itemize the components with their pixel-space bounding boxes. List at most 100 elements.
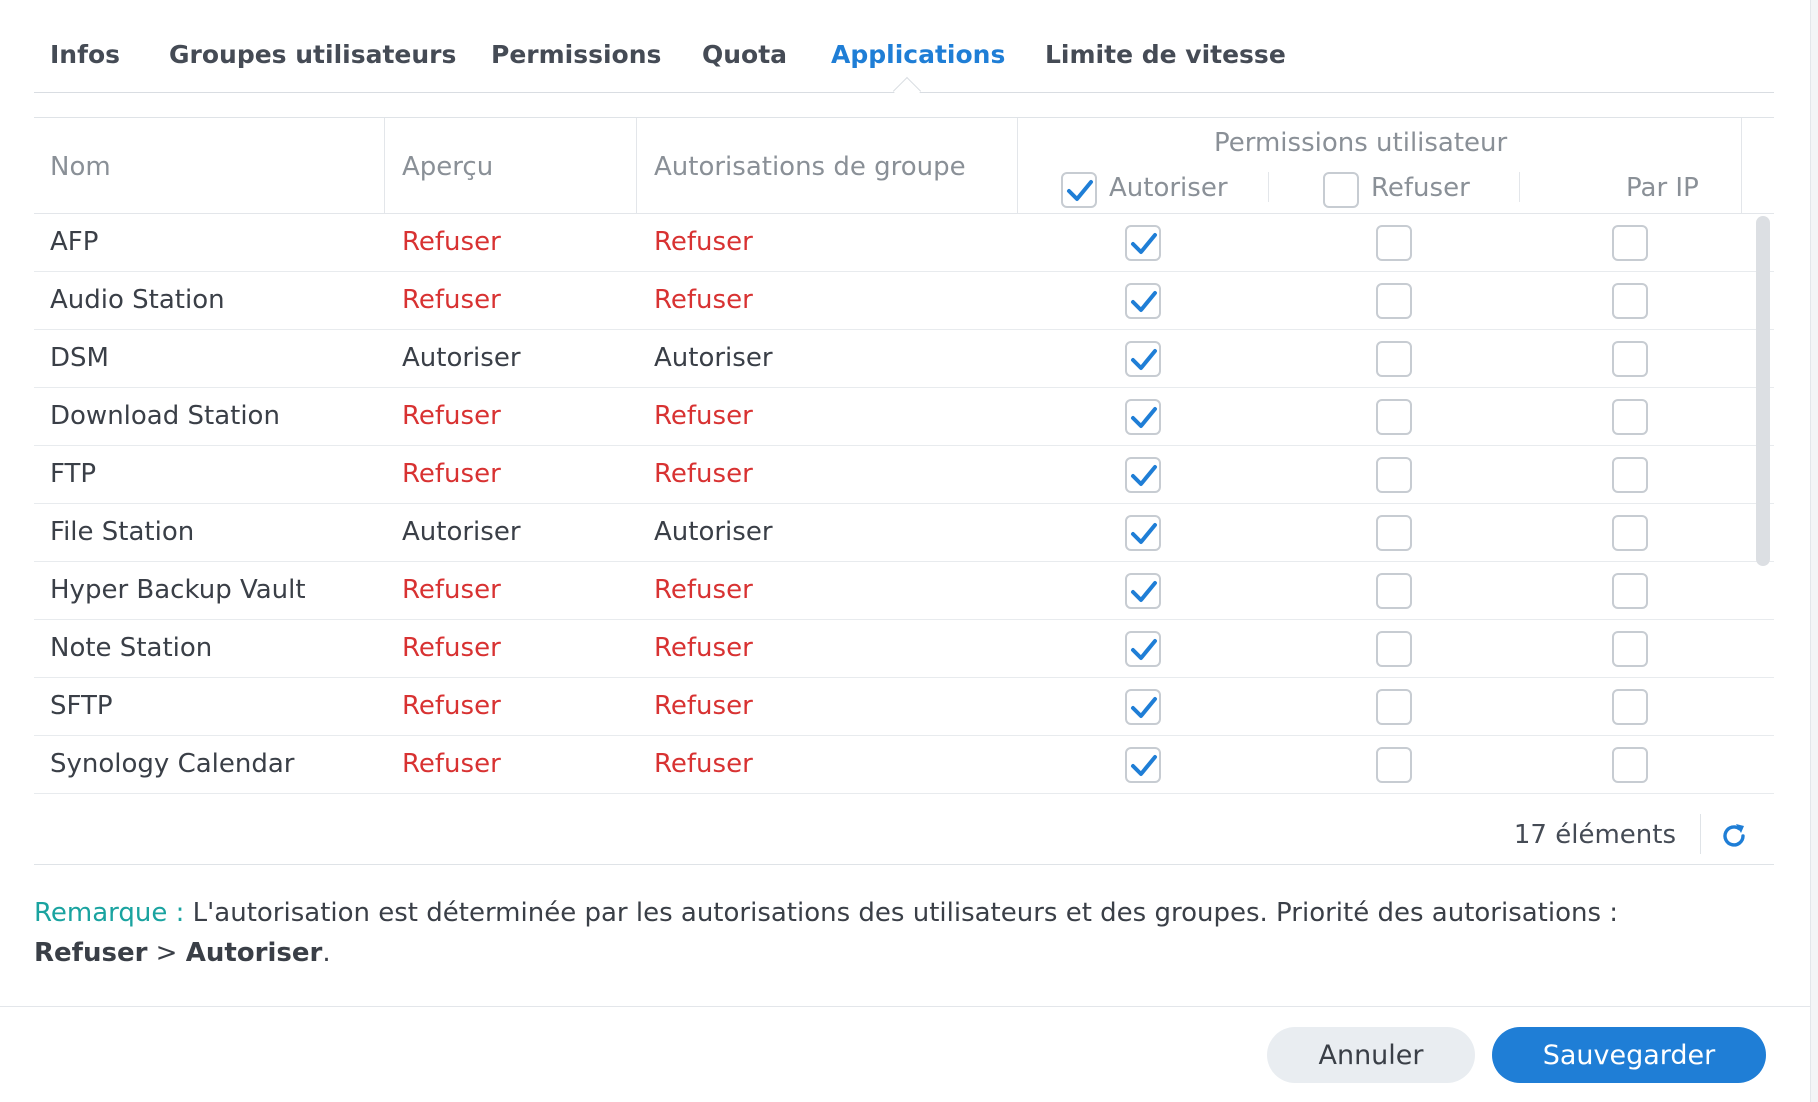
deny-checkbox[interactable] [1376,631,1412,667]
header-name-column[interactable]: Nom [34,118,385,214]
table-row[interactable]: DSM Autoriser Autoriser [34,330,1774,388]
byip-checkbox[interactable] [1612,573,1648,609]
byip-checkbox[interactable] [1612,283,1648,319]
footer-divider [1700,814,1701,854]
tab-user-groups[interactable]: Groupes utilisateurs [169,40,456,69]
header-user-permissions-label: Permissions utilisateur [1214,128,1508,158]
app-name: Hyper Backup Vault [50,575,306,605]
group-permission-value: Refuser [654,633,753,663]
byip-checkbox[interactable] [1612,631,1648,667]
allow-checkbox[interactable] [1125,341,1161,377]
header-user-permissions: Permissions utilisateur Autoriser Refuse… [1018,118,1742,214]
group-permission-value: Refuser [654,227,753,257]
tab-permissions[interactable]: Permissions [491,40,661,69]
byip-checkbox[interactable] [1612,515,1648,551]
header-allow-label: Autoriser [1109,173,1228,203]
table-row[interactable]: Synology Calendar Refuser Refuser [34,736,1774,794]
deny-checkbox[interactable] [1376,341,1412,377]
group-permission-value: Autoriser [654,343,773,373]
note-end: . [322,938,331,968]
byip-checkbox[interactable] [1612,225,1648,261]
byip-checkbox[interactable] [1612,747,1648,783]
header-deny-all-checkbox[interactable] [1323,172,1359,208]
allow-checkbox[interactable] [1125,689,1161,725]
app-name: Download Station [50,401,280,431]
tab-speed-limit[interactable]: Limite de vitesse [1045,40,1286,69]
allow-checkbox[interactable] [1125,283,1161,319]
preview-value: Autoriser [402,343,521,373]
byip-checkbox[interactable] [1612,341,1648,377]
header-sub-divider [1519,172,1520,202]
deny-checkbox[interactable] [1376,457,1412,493]
app-name: FTP [50,459,97,489]
checkmark-icon [1131,465,1157,486]
byip-checkbox[interactable] [1612,689,1648,725]
checkmark-icon [1131,697,1157,718]
allow-checkbox[interactable] [1125,747,1161,783]
checkmark-icon [1131,755,1157,776]
app-name: SFTP [50,691,113,721]
table-row[interactable]: File Station Autoriser Autoriser [34,504,1774,562]
tab-applications[interactable]: Applications [831,40,1005,69]
group-permission-value: Refuser [654,459,753,489]
table-row[interactable]: SFTP Refuser Refuser [34,678,1774,736]
cancel-button[interactable]: Annuler [1267,1027,1475,1083]
applications-grid: Nom Aperçu Autorisations de groupe Permi… [34,117,1774,865]
tab-quota[interactable]: Quota [702,40,787,69]
table-row[interactable]: Audio Station Refuser Refuser [34,272,1774,330]
allow-checkbox[interactable] [1125,573,1161,609]
header-preview-column[interactable]: Aperçu [385,118,637,214]
deny-checkbox[interactable] [1376,399,1412,435]
background-window-edge [1810,0,1818,1102]
header-group-label: Autorisations de groupe [654,152,966,182]
preview-value: Refuser [402,749,501,779]
preview-value: Refuser [402,459,501,489]
app-name: DSM [50,343,109,373]
table-row[interactable]: Download Station Refuser Refuser [34,388,1774,446]
save-button[interactable]: Sauvegarder [1492,1027,1766,1083]
vertical-scrollbar[interactable] [1756,216,1770,566]
grid-header: Nom Aperçu Autorisations de groupe Permi… [34,118,1774,214]
header-sub-divider [1268,172,1269,202]
allow-checkbox[interactable] [1125,399,1161,435]
checkmark-icon [1131,581,1157,602]
checkmark-icon [1131,291,1157,312]
group-permission-value: Refuser [654,575,753,605]
preview-value: Refuser [402,691,501,721]
tab-infos[interactable]: Infos [50,40,120,69]
allow-checkbox[interactable] [1125,457,1161,493]
group-permission-value: Refuser [654,749,753,779]
checkmark-icon [1131,523,1157,544]
group-permission-value: Refuser [654,285,753,315]
grid-body: AFP Refuser Refuser Audio Station Refuser Ref… [34,214,1774,794]
table-row[interactable]: FTP Refuser Refuser [34,446,1774,504]
preview-value: Refuser [402,227,501,257]
preview-value: Refuser [402,401,501,431]
table-row[interactable]: Hyper Backup Vault Refuser Refuser [34,562,1774,620]
table-row[interactable]: AFP Refuser Refuser [34,214,1774,272]
header-allow-all-checkbox[interactable] [1061,172,1097,208]
deny-checkbox[interactable] [1376,573,1412,609]
grid-footer: 17 éléments [34,804,1774,866]
checkmark-icon [1131,407,1157,428]
deny-checkbox[interactable] [1376,515,1412,551]
refresh-icon[interactable] [1718,820,1750,852]
note-allow: Autoriser [185,938,323,968]
note-gt: > [147,938,186,968]
byip-checkbox[interactable] [1612,457,1648,493]
deny-checkbox[interactable] [1376,689,1412,725]
byip-checkbox[interactable] [1612,399,1648,435]
deny-checkbox[interactable] [1376,283,1412,319]
allow-checkbox[interactable] [1125,631,1161,667]
header-group-column[interactable]: Autorisations de groupe [637,118,1018,214]
table-row[interactable]: Note Station Refuser Refuser [34,620,1774,678]
group-permission-value: Autoriser [654,517,773,547]
preview-value: Autoriser [402,517,521,547]
allow-checkbox[interactable] [1125,515,1161,551]
allow-checkbox[interactable] [1125,225,1161,261]
checkmark-icon [1067,180,1093,201]
deny-checkbox[interactable] [1376,747,1412,783]
group-permission-value: Refuser [654,691,753,721]
preview-value: Refuser [402,285,501,315]
deny-checkbox[interactable] [1376,225,1412,261]
